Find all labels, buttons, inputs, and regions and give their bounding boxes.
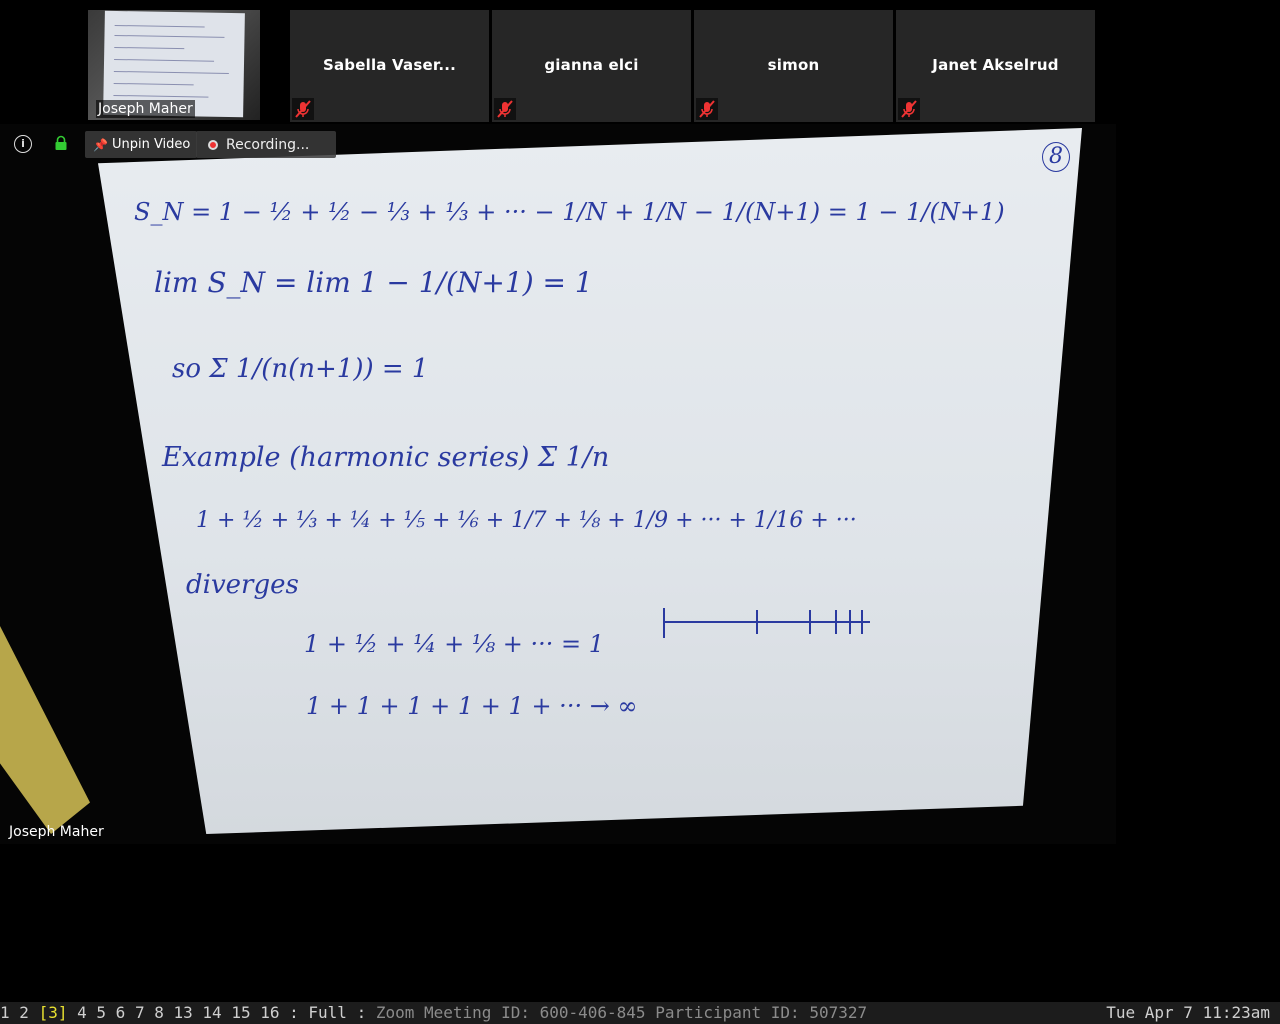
number-line-diagram <box>663 608 870 638</box>
page-number: 8 <box>1042 142 1070 172</box>
workspace-7[interactable]: 7 <box>135 1003 145 1022</box>
workspace-list: 1 2 [3] 4 5 6 7 8 13 14 15 16 <box>0 1003 280 1022</box>
whiteboard-line-6: diverges <box>186 570 299 600</box>
workspace-5[interactable]: 5 <box>96 1003 106 1022</box>
recording-icon <box>208 139 218 150</box>
whiteboard-line-7: 1 + ½ + ¼ + ⅛ + ··· = 1 <box>304 630 605 658</box>
window-manager-statusbar: 1 2 [3] 4 5 6 7 8 13 14 15 16 : Full : Z… <box>0 1002 1280 1024</box>
whiteboard-line-8: 1 + 1 + 1 + 1 + 1 + ··· → ∞ <box>306 692 638 720</box>
participant-tile[interactable]: Sabella Vaser... <box>290 10 489 122</box>
layout-mode: Full <box>308 1003 347 1022</box>
participant-tile[interactable]: simon <box>694 10 893 122</box>
recording-label: Recording... <box>226 136 310 153</box>
workspace-16[interactable]: 16 <box>260 1003 279 1022</box>
info-icon[interactable]: i <box>14 135 32 153</box>
whiteboard-line-2: lim S_N = lim 1 − 1/(N+1) = 1 <box>154 266 593 299</box>
workspace-15[interactable]: 15 <box>231 1003 250 1022</box>
window-title: Zoom Meeting ID: 600-406-845 Participant… <box>375 1003 868 1022</box>
clock: Tue Apr 7 11:23am <box>1106 1003 1270 1022</box>
whiteboard <box>98 128 1082 834</box>
participant-name: Sabella Vaser... <box>322 56 457 74</box>
self-video-thumbnail[interactable]: Joseph Maher <box>88 10 260 120</box>
whiteboard-line-5: 1 + ½ + ⅓ + ¼ + ⅕ + ⅙ + 1/7 + ⅛ + 1/9 + … <box>196 508 857 533</box>
background-paper <box>0 624 90 834</box>
workspace-6[interactable]: 6 <box>116 1003 126 1022</box>
unpin-video-label: Unpin Video <box>111 137 191 152</box>
whiteboard-line-3: so Σ 1/(n(n+1)) = 1 <box>172 354 429 384</box>
active-speaker-name: Joseph Maher <box>9 824 104 840</box>
workspace-2[interactable]: 2 <box>19 1003 29 1022</box>
self-name-label: Joseph Maher <box>96 100 195 118</box>
zoom-window: Joseph Maher Sabella Vaser... gianna elc… <box>0 0 1280 1024</box>
participant-name: simon <box>767 56 820 74</box>
lock-icon[interactable] <box>54 135 68 151</box>
recording-button[interactable]: Recording... <box>196 131 336 158</box>
participant-name: gianna elci <box>544 56 639 74</box>
workspace-8[interactable]: 8 <box>154 1003 164 1022</box>
unpin-video-button[interactable]: 📌 Unpin Video <box>85 131 197 158</box>
workspace-13[interactable]: 13 <box>174 1003 193 1022</box>
muted-mic-icon <box>898 98 920 120</box>
whiteboard-line-1: S_N = 1 − ½ + ½ − ⅓ + ⅓ + ··· − 1/N + 1/… <box>134 198 1005 226</box>
pin-icon: 📌 <box>93 137 108 152</box>
workspace-1[interactable]: 1 <box>0 1003 10 1022</box>
workspace-4[interactable]: 4 <box>77 1003 87 1022</box>
muted-mic-icon <box>696 98 718 120</box>
muted-mic-icon <box>494 98 516 120</box>
muted-mic-icon <box>292 98 314 120</box>
workspace-3[interactable]: [3] <box>39 1003 68 1022</box>
whiteboard-line-4: Example (harmonic series) Σ 1/n <box>162 442 610 473</box>
participant-tile[interactable]: Janet Akselrud <box>896 10 1095 122</box>
participant-name: Janet Akselrud <box>932 56 1059 74</box>
participant-tile[interactable]: gianna elci <box>492 10 691 122</box>
workspace-14[interactable]: 14 <box>202 1003 221 1022</box>
main-video[interactable]: 8 S_N = 1 − ½ + ½ − ⅓ + ⅓ + ··· − 1/N + … <box>0 124 1116 844</box>
